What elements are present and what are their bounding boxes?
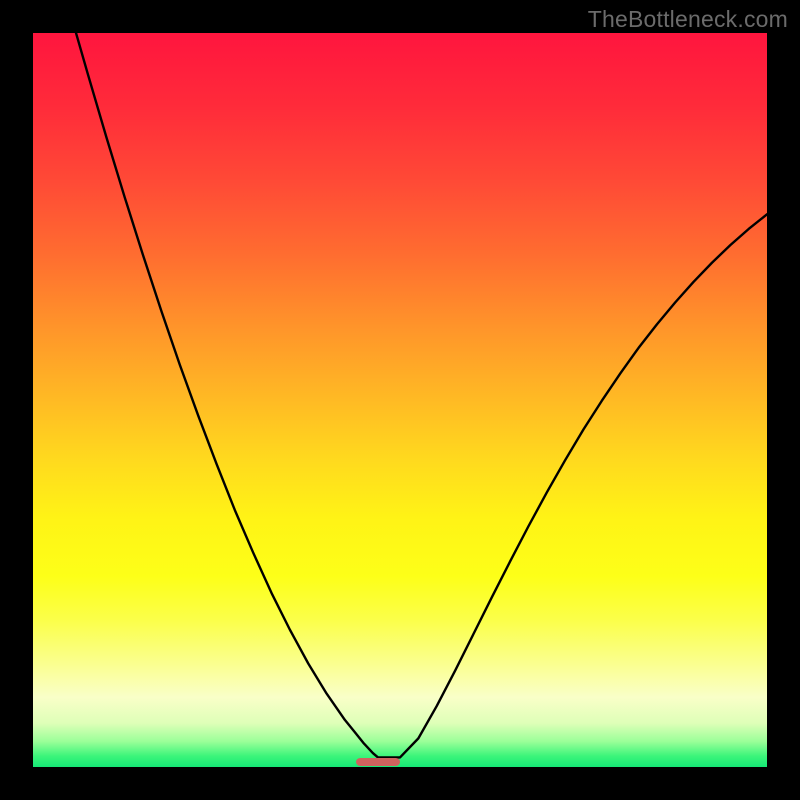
plot-svg (33, 33, 767, 767)
plot-area (33, 33, 767, 767)
watermark: TheBottleneck.com (588, 6, 788, 33)
vertex-marker (356, 758, 400, 766)
background-gradient (33, 33, 767, 767)
outer-frame: TheBottleneck.com (0, 0, 800, 800)
